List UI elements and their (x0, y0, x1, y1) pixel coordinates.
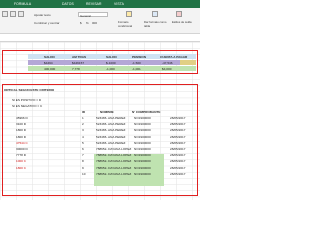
merge-center-button[interactable]: Combinar y centrar (34, 21, 60, 25)
tab-formula[interactable]: FORMULA (14, 2, 31, 6)
conditional-format-icon[interactable] (126, 11, 132, 17)
header-saldo-2: SALDO (106, 54, 117, 59)
cell-r1c3: $-1000 (106, 60, 116, 65)
cell-r2c5: $4,000 (162, 66, 172, 71)
header-am-tras: AM TRAS (72, 54, 87, 59)
date-cell: 28/05/2017 (170, 134, 186, 139)
tab-datos[interactable]: DATOS (62, 2, 74, 6)
cell-r2c2: 7,778 (72, 66, 80, 71)
col-header-comprobante: N' COMPROBANTE (132, 110, 161, 114)
header-saldo: SALDO (44, 54, 55, 59)
id-cell: 10 (82, 171, 86, 176)
amount-cell: 45966 D (16, 116, 28, 120)
cell-r2c1: 400,000 (44, 66, 56, 71)
cell-r1c2: $446157 (72, 60, 85, 65)
nombre-cell: 523465- ANA PEREZ (96, 134, 126, 139)
nombre-cell: 523465- ANA PEREZ (96, 116, 126, 120)
date-cell: 28/05/2017 (170, 128, 186, 133)
col-header-id: ID (82, 110, 86, 114)
comprobante-cell: NO1900000 (134, 165, 151, 170)
ribbon-tab-bar: FORMULA DATOS REVISAR VISTA (0, 0, 200, 8)
align-right-icon[interactable] (18, 11, 24, 17)
conditional-format-label[interactable]: Formato condicional (118, 20, 142, 28)
nombre-cell: 523465- ANA PEREZ (96, 128, 126, 133)
header-pension: PENSION (132, 54, 146, 59)
amount-cell: 3100 D (16, 122, 26, 127)
comprobante-cell: NO1900000 (134, 147, 151, 151)
date-cell: 28/05/2017 (170, 147, 186, 151)
comprobante-cell: NO1900000 (134, 122, 151, 127)
id-cell: 1 (82, 116, 84, 120)
comprobante-cell: NO1900000 (134, 159, 151, 164)
comprobante-cell: NO1900000 (134, 171, 151, 176)
comprobante-cell: NO1900000 (134, 134, 151, 139)
tab-vista[interactable]: VISTA (114, 2, 124, 6)
amount-cell: 30000 D (16, 147, 28, 151)
spreadsheet-grid[interactable]: SALDO AM TRAS SALDO PENSION CUENTA A PAG… (0, 42, 200, 200)
cell-r1c5: -47,546 (162, 60, 173, 65)
wrap-text-button[interactable]: Ajustar texto (34, 13, 51, 17)
currency-button[interactable]: $ (80, 21, 82, 25)
condition-negative: SI ES NEGATIVO = C (12, 104, 43, 108)
id-cell: 7 (82, 153, 84, 158)
date-cell: 28/05/2017 (170, 140, 186, 145)
date-cell: 28/05/2017 (170, 159, 186, 164)
cell-r2c4: -1,001 (132, 66, 141, 71)
comprobante-cell: NO1900000 (134, 116, 151, 120)
table-format-label[interactable]: Dar formato como tabla (144, 20, 170, 28)
thousands-button[interactable]: 000 (92, 21, 97, 25)
nombre-cell: 788652- DAYANA LOPEZ (96, 165, 132, 170)
id-cell: 9 (82, 165, 84, 170)
cell-r1c1: $4494 (44, 60, 53, 65)
cell-r1c4: -1.500 (132, 60, 141, 65)
formula-bar[interactable] (0, 34, 200, 42)
id-cell: 3 (82, 128, 84, 133)
cell-r2c3: -1,000 (106, 66, 115, 71)
cell-styles-icon[interactable] (176, 11, 182, 17)
id-cell: 8 (82, 159, 84, 164)
section2-title: ORTICAL SEGUN ESTE CRITERIO (4, 88, 55, 92)
id-cell: 6 (82, 147, 84, 151)
nombre-cell: 523465- ANA PEREZ (96, 140, 126, 145)
header-cuenta-pagar: CUENTA A PAGAR (160, 54, 188, 59)
comprobante-cell: NO1900000 (134, 153, 151, 158)
col-header-nombre: NOMBRE (100, 110, 114, 114)
id-cell: 4 (82, 134, 84, 139)
nombre-cell: 788652- DAYANA LOPEZ (96, 153, 132, 158)
amount-cell: 1800 D (16, 134, 26, 139)
number-format-value: General (80, 13, 91, 18)
id-cell: 5 (82, 140, 84, 145)
number-format-select[interactable]: General (78, 12, 108, 18)
nombre-cell: 788652- DAYANA LOPEZ (96, 171, 132, 176)
align-left-icon[interactable] (2, 11, 8, 17)
condition-positive: SI ES POSITIVO = D (12, 98, 42, 102)
amount-cell: 1000 C (16, 159, 26, 164)
amount-cell: 1800 D (16, 128, 26, 133)
comprobante-cell: NO1900000 (134, 140, 151, 145)
yellow-highlight-cell (180, 60, 196, 65)
date-cell: 28/05/2017 (170, 153, 186, 158)
date-cell: 28/05/2017 (170, 165, 186, 170)
date-cell: 28/05/2017 (170, 122, 186, 127)
date-cell: 28/05/2017 (170, 171, 186, 176)
comprobante-cell: NO1900000 (134, 128, 151, 133)
table-format-icon[interactable] (152, 11, 158, 17)
nombre-cell: 788652- DAYANA LOPEZ (96, 147, 132, 151)
amount-cell: 1800 C (16, 165, 26, 170)
id-cell: 2 (82, 122, 84, 127)
tab-revisar[interactable]: REVISAR (86, 2, 102, 6)
align-center-icon[interactable] (10, 11, 16, 17)
amount-cell: 7778 D (16, 153, 26, 158)
percent-button[interactable]: % (86, 21, 89, 25)
cell-styles-label[interactable]: Estilos de celda (172, 20, 198, 24)
ribbon-body: Ajustar texto General Combinar y centrar… (0, 8, 200, 34)
nombre-cell: 523465- ANA PEREZ (96, 122, 126, 127)
date-cell: 28/05/2017 (170, 116, 186, 120)
amount-cell: 47544 C (16, 140, 28, 145)
nombre-cell: 788652- DAYANA LOPEZ (96, 159, 132, 164)
